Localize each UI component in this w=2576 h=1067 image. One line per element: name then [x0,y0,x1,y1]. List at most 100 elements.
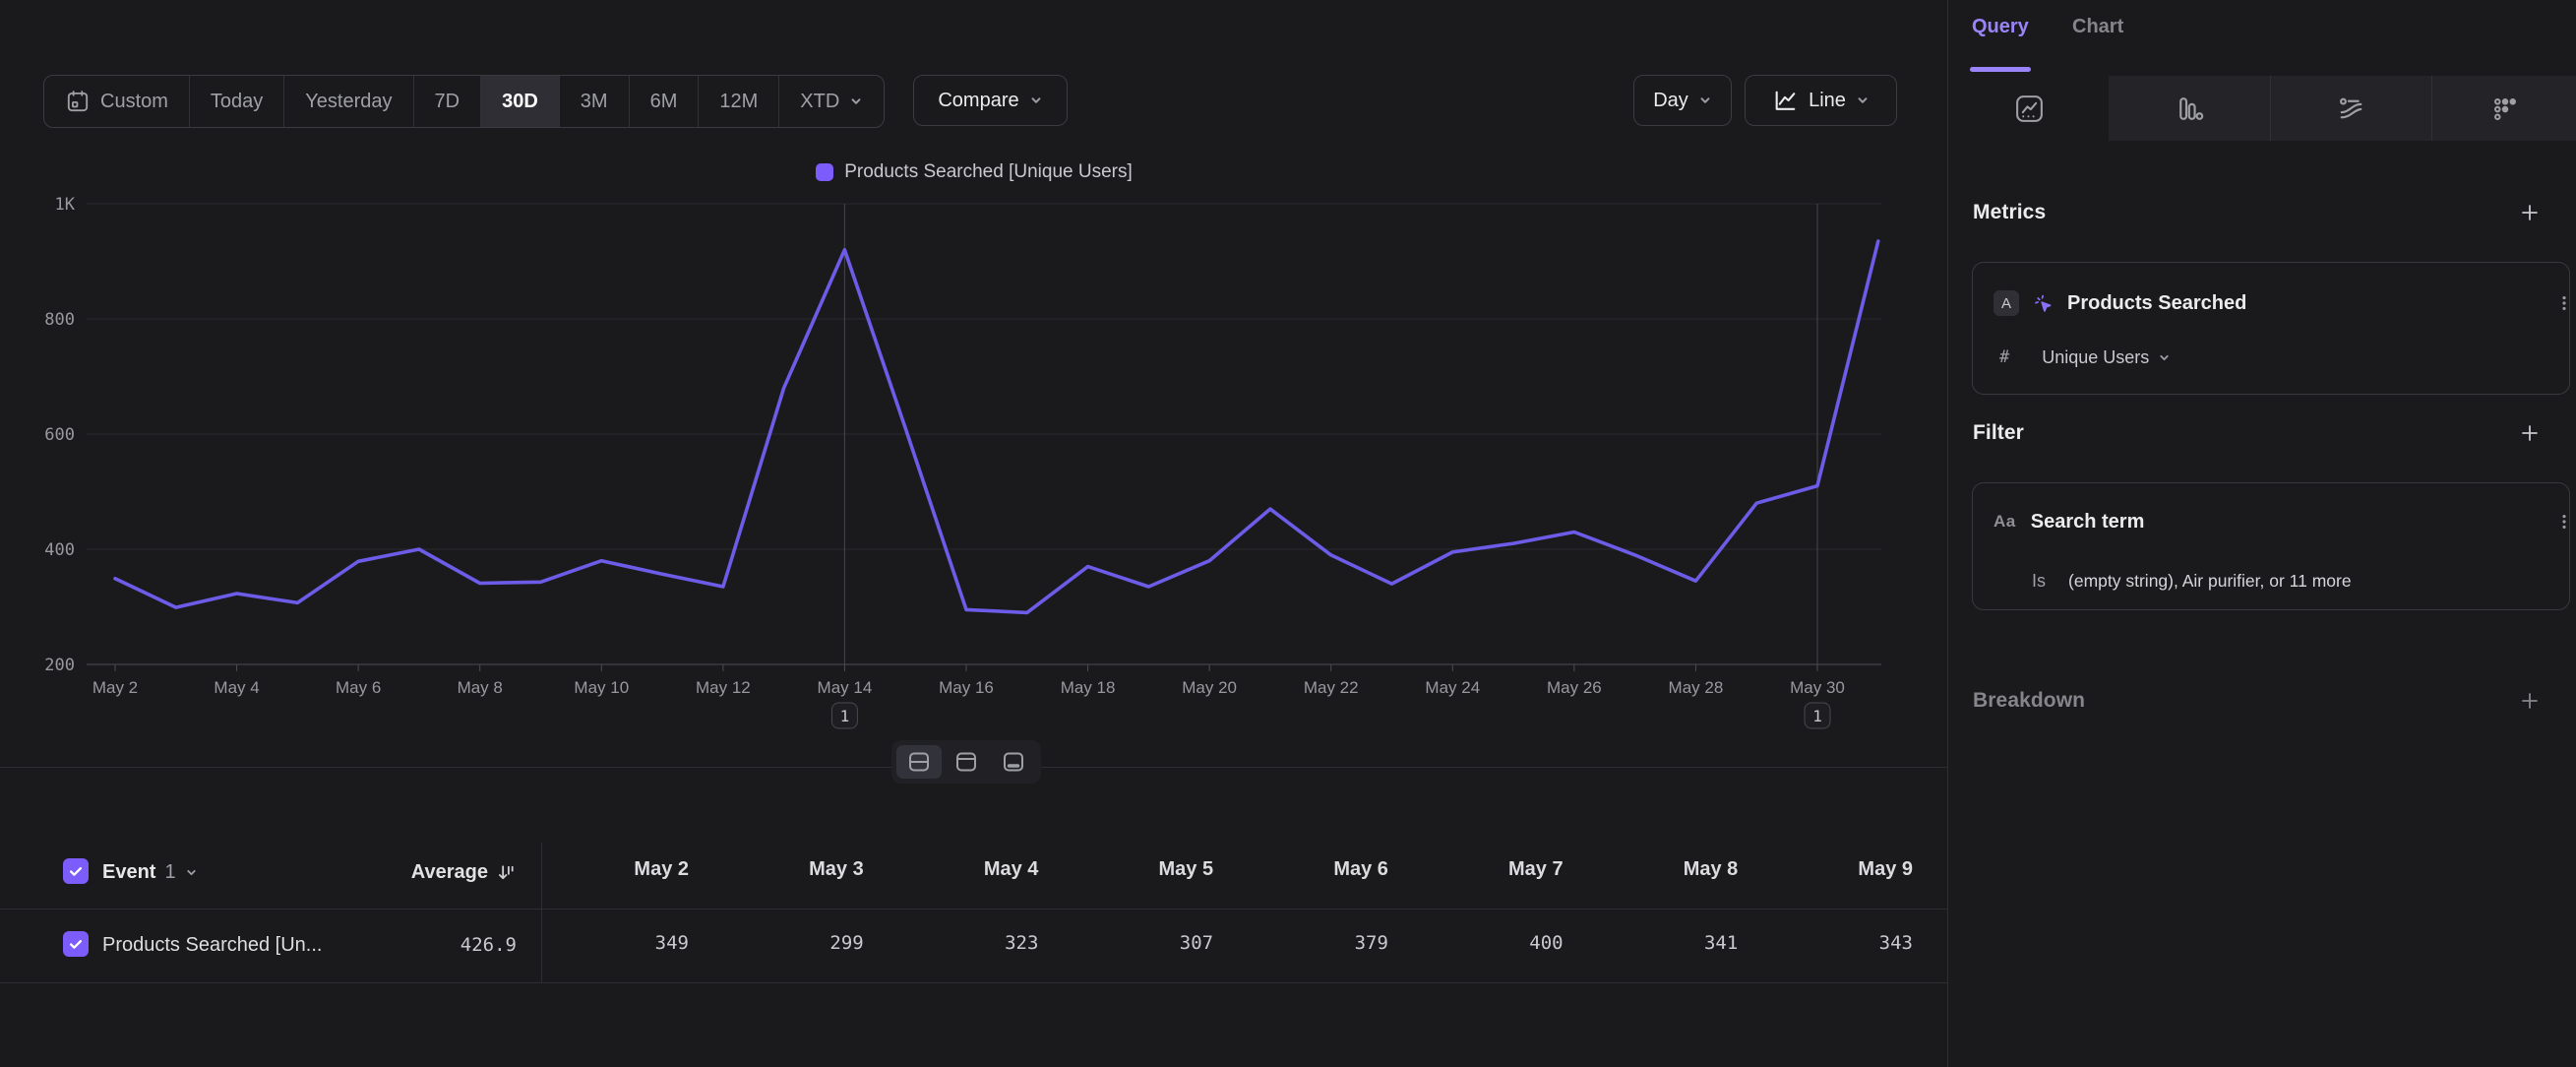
filter-card[interactable]: Aa Search term Is (empty string), Air pu… [1972,482,2570,610]
x-axis-label: May 8 [458,678,503,697]
chevron-down-icon [1029,94,1043,107]
annotation-badge-label: 1 [1812,707,1822,725]
series-line[interactable] [115,241,1878,612]
date-range-label: Today [211,91,263,113]
report-tab-insights[interactable] [1949,76,2109,141]
add-metric-button[interactable] [2515,198,2545,227]
date-range-label: 12M [719,91,758,113]
date-range-12m[interactable]: 12M [698,76,778,127]
filter-value: (empty string), Air purifier, or 11 more [2068,571,2352,592]
compare-label: Compare [938,90,1018,112]
x-axis-label: May 4 [214,678,259,697]
calendar-icon [65,89,91,114]
breakdown-heading: Breakdown [1973,689,2085,713]
metric-card[interactable]: A Products Searched # Unique Users [1972,262,2570,395]
date-cell-value: 323 [871,932,1038,954]
breakdown-section-header: Breakdown [1973,681,2552,721]
kebab-menu-icon[interactable] [2554,512,2574,532]
date-column-header: May 4 [871,858,1038,881]
report-tab-funnels[interactable] [2109,76,2270,141]
date-cell-value: 299 [697,932,864,954]
date-range-label: 30D [502,91,538,113]
metric-name: Products Searched [2067,292,2246,315]
date-range-yesterday[interactable]: Yesterday [283,76,412,127]
metric-letter-badge: A [1993,290,2019,316]
date-cell-value: 343 [1746,932,1913,954]
date-range-label: 7D [435,91,460,113]
select-all-checkbox[interactable] [63,858,89,884]
date-range-label: 3M [581,91,608,113]
aggregation-label: Unique Users [2042,347,2149,368]
date-column-header: May 9 [1746,858,1913,881]
event-header-label: Event [102,861,155,884]
date-column-header: May 5 [1046,858,1213,881]
text-property-icon: Aa [1993,512,2016,532]
table-bottom-divider [0,982,1948,983]
x-axis-label: May 12 [696,678,751,697]
x-axis-label: May 10 [574,678,629,697]
row-average-value: 426.9 [460,931,517,959]
row-checkbox[interactable] [63,931,89,957]
tab-chart-label: Chart [2072,16,2123,37]
date-range-label: 6M [650,91,678,113]
sort-descending-icon [496,862,517,883]
date-range-xtd[interactable]: XTD [778,76,884,127]
main-area: Custom Today Yesterday 7D 30D 3M 6M 12M XTD Comp… [0,0,1948,1067]
x-axis-label: May 26 [1547,678,1602,697]
tab-query[interactable]: Query [1972,16,2029,38]
table-header-divider [0,909,1948,910]
report-tab-flows[interactable] [2270,76,2431,141]
average-column-header[interactable]: Average [411,858,517,886]
x-axis-label: May 22 [1304,678,1359,697]
layout-bottom-icon [1002,751,1025,773]
app-root: Custom Today Yesterday 7D 30D 3M 6M 12M XTD Comp… [0,0,2576,1067]
date-column-header: May 6 [1221,858,1388,881]
date-range-30d[interactable]: 30D [480,76,559,127]
date-range-group: Custom Today Yesterday 7D 30D 3M 6M 12M XTD [43,75,885,128]
active-tab-indicator [1970,67,2031,72]
add-breakdown-button[interactable] [2515,686,2545,716]
filter-section-header: Filter [1973,413,2552,453]
x-axis-label: May 20 [1182,678,1237,697]
date-range-today[interactable]: Today [189,76,283,127]
insights-line-chart-icon [2013,93,2046,125]
y-axis-label: 200 [44,656,75,675]
granularity-button[interactable]: Day [1633,75,1732,126]
date-column-header: May 7 [1396,858,1564,881]
flows-icon [2335,93,2367,125]
layout-split-icon [907,751,931,773]
compare-button[interactable]: Compare [913,75,1068,126]
date-range-7d[interactable]: 7D [413,76,481,127]
chart-type-button[interactable]: Line [1745,75,1897,126]
metric-aggregation[interactable]: # Unique Users [1973,344,2576,371]
filter-condition[interactable]: Is (empty string), Air purifier, or 11 m… [1973,567,2576,595]
filter-property-name: Search term [2031,511,2145,534]
check-icon [67,862,85,880]
chevron-down-icon [849,94,863,108]
date-range-custom[interactable]: Custom [44,76,189,127]
add-filter-button[interactable] [2515,418,2545,448]
layout-split-button[interactable] [896,745,942,779]
results-table: Event 1 Average May 2May 3May 4May 5May … [0,837,1948,994]
x-axis-label: May 2 [92,678,138,697]
date-range-label: Custom [100,91,168,113]
aggregation-symbol: # [1999,347,2009,367]
filter-heading: Filter [1973,421,2024,445]
date-range-3m[interactable]: 3M [559,76,629,127]
date-column-header: May 2 [521,858,689,881]
x-axis-label: May 30 [1790,678,1845,697]
event-header-dropdown[interactable]: Event 1 [102,858,198,886]
tab-chart[interactable]: Chart [2072,16,2123,38]
layout-bottom-button[interactable] [991,745,1036,779]
date-range-6m[interactable]: 6M [629,76,699,127]
retention-dots-icon [2488,93,2521,125]
chevron-down-icon [1856,94,1870,107]
check-icon [67,935,85,953]
layout-top-button[interactable] [944,745,989,779]
query-panel: Query Chart Metrics A Products Searched [1949,0,2576,1067]
kebab-menu-icon[interactable] [2554,293,2574,313]
line-chart[interactable]: 1K800600400200May 2May 4May 6May 8May 10… [0,138,1948,748]
report-tab-retention[interactable] [2431,76,2576,141]
date-cell-value: 341 [1570,932,1738,954]
report-type-tabs [1949,76,2576,141]
